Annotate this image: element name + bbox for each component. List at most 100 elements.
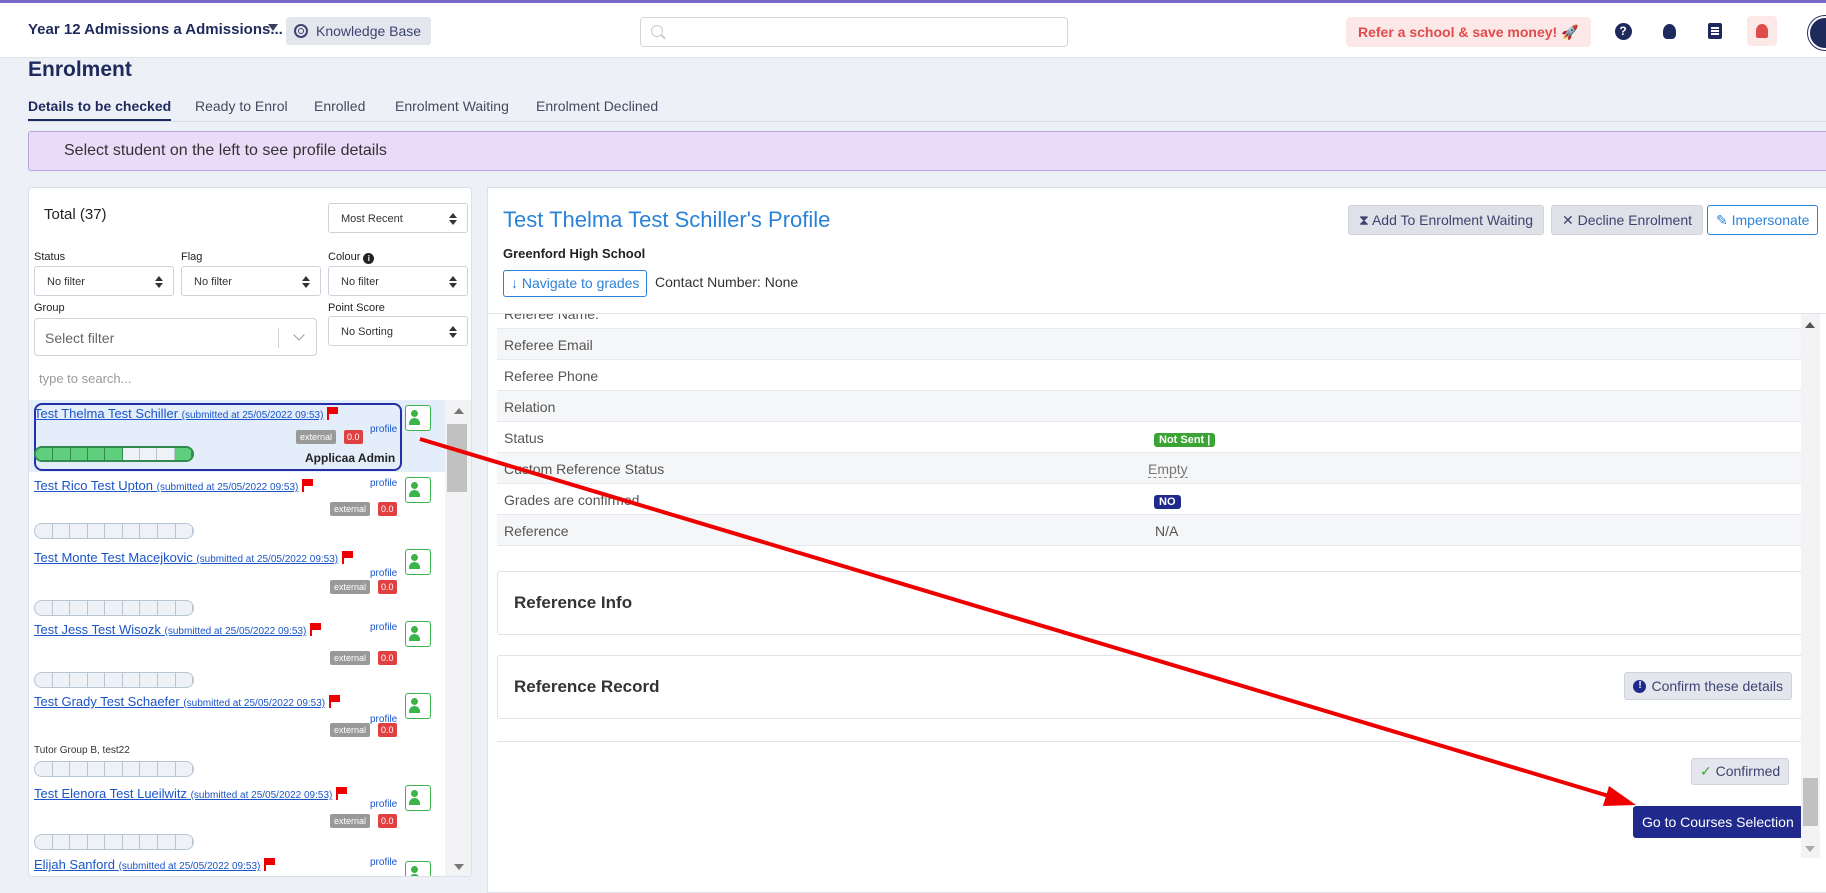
student-name-link[interactable]: Test Jess Test Wisozk (submitted at 25/0…: [34, 622, 321, 637]
point-score-select[interactable]: No Sorting: [328, 316, 468, 346]
confirm-details-button[interactable]: ! Confirm these details: [1624, 672, 1792, 700]
confirmed-button[interactable]: ✓ Confirmed: [1691, 758, 1790, 785]
student-name-link[interactable]: Test Thelma Test Schiller (submitted at …: [34, 406, 338, 421]
avatar[interactable]: [1808, 16, 1826, 50]
contact-number: Contact Number: None: [655, 274, 799, 290]
tab-enrolment-declined[interactable]: Enrolment Declined: [536, 98, 658, 119]
add-to-enrolment-waiting-button[interactable]: ⧗ Add To Enrolment Waiting: [1348, 205, 1545, 235]
flag-icon: [342, 551, 353, 564]
reference-info-section[interactable]: Reference Info: [497, 571, 1809, 635]
tab-enrolled[interactable]: Enrolled: [314, 98, 365, 119]
flag-icon: [336, 787, 347, 800]
navigate-to-grades-button[interactable]: ↓ Navigate to grades: [503, 270, 648, 297]
go-to-courses-selection-button[interactable]: Go to Courses Selection: [1633, 806, 1803, 838]
reference-record-section[interactable]: Reference Record ! Confirm these details: [497, 655, 1809, 719]
bell-icon: [1756, 24, 1768, 38]
flag-icon: [310, 623, 321, 636]
tutor-group-label: Tutor Group B, test22: [34, 745, 130, 756]
decline-enrolment-button[interactable]: ✕ Decline Enrolment: [1551, 205, 1704, 235]
exclamation-icon: !: [1633, 679, 1647, 693]
flag-icon: [264, 858, 275, 871]
impersonate-button[interactable]: ✎ Impersonate: [1707, 205, 1819, 235]
arrow-down-icon: ↓: [511, 275, 518, 291]
profile-link[interactable]: profile: [370, 799, 397, 810]
status-filter-select[interactable]: No filter: [34, 266, 174, 296]
assign-user-icon[interactable]: [405, 861, 431, 876]
table-row: Referee Email: [497, 329, 1809, 360]
notes-icon: [1708, 23, 1722, 39]
flag-icon: [302, 479, 313, 492]
reference-record-title: Reference Record: [514, 677, 660, 696]
tab-details-to-be-checked[interactable]: Details to be checked: [28, 98, 172, 121]
profile-scrollbar[interactable]: [1801, 314, 1820, 858]
assign-user-icon[interactable]: [405, 549, 431, 575]
chevron-down-icon: [293, 329, 305, 341]
assign-user-icon[interactable]: [405, 785, 431, 811]
assign-user-icon[interactable]: [405, 621, 431, 647]
profile-link[interactable]: profile: [370, 478, 397, 489]
list-item[interactable]: Test Jess Test Wisozk (submitted at 25/0…: [29, 616, 445, 688]
notifications-button[interactable]: [1747, 16, 1777, 46]
close-icon: ✕: [1562, 212, 1574, 228]
list-item[interactable]: Test Elenora Test Lueilwitz (submitted a…: [29, 780, 445, 852]
assign-user-icon[interactable]: [405, 405, 431, 431]
app-selector[interactable]: Year 12 Admissions a Admissions...: [28, 21, 283, 38]
score-badge: 0.0: [378, 651, 397, 665]
flag-filter-select[interactable]: No filter: [181, 266, 321, 296]
profile-link[interactable]: profile: [370, 568, 397, 579]
external-badge: external: [330, 580, 371, 594]
status-filter-label: Status: [34, 251, 66, 263]
student-name-link[interactable]: Test Grady Test Schaefer (submitted at 2…: [34, 694, 340, 709]
scroll-up-icon[interactable]: [454, 408, 464, 414]
scroll-down-icon[interactable]: [1805, 846, 1815, 852]
profile-link[interactable]: profile: [370, 424, 397, 435]
custom-status-editable[interactable]: Empty: [1148, 461, 1188, 478]
tab-enrolment-waiting[interactable]: Enrolment Waiting: [395, 98, 509, 119]
profile-title: Test Thelma Test Schiller's Profile: [503, 207, 831, 232]
assignee-label: Applicaa Admin: [305, 451, 396, 465]
student-name-link[interactable]: Elijah Sanford (submitted at 25/05/2022 …: [34, 857, 275, 872]
list-item[interactable]: Elijah Sanford (submitted at 25/05/2022 …: [29, 852, 445, 876]
progress-bar: [34, 672, 194, 688]
profile-link[interactable]: profile: [370, 857, 397, 868]
scroll-down-icon[interactable]: [454, 864, 464, 870]
info-icon[interactable]: i: [363, 253, 375, 264]
external-badge: external: [296, 430, 337, 444]
progress-bar: [34, 600, 194, 616]
student-name-link[interactable]: Test Monte Test Macejkovic (submitted at…: [34, 550, 353, 565]
student-list-scrollbar[interactable]: [445, 400, 471, 876]
profile-link[interactable]: profile: [370, 622, 397, 633]
list-item[interactable]: Test Rico Test Upton (submitted at 25/05…: [29, 472, 445, 544]
ideas-button[interactable]: [1658, 20, 1680, 42]
list-item[interactable]: Test Thelma Test Schiller (submitted at …: [29, 400, 445, 472]
list-item[interactable]: Test Monte Test Macejkovic (submitted at…: [29, 544, 445, 616]
flag-icon: [327, 407, 338, 420]
assign-user-icon[interactable]: [405, 693, 431, 719]
scroll-up-icon[interactable]: [1805, 322, 1815, 328]
top-bar: Year 12 Admissions a Admissions... Knowl…: [0, 0, 1826, 58]
list-item[interactable]: Test Grady Test Schaefer (submitted at 2…: [29, 688, 445, 780]
refer-school-button[interactable]: Refer a school & save money! 🚀: [1346, 17, 1591, 47]
flag-icon: [329, 695, 340, 708]
sort-select[interactable]: Most Recent: [328, 203, 468, 233]
help-button[interactable]: ?: [1612, 20, 1634, 42]
point-score-label: Point Score: [328, 302, 385, 314]
pencil-icon: ✎: [1716, 212, 1728, 228]
profile-panel: Test Thelma Test Schiller's Profile ⧗ Ad…: [487, 187, 1826, 893]
student-search-input[interactable]: type to search...: [39, 371, 132, 386]
knowledge-base-button[interactable]: Knowledge Base: [286, 17, 432, 45]
progress-bar: [34, 523, 194, 539]
student-name-link[interactable]: Test Elenora Test Lueilwitz (submitted a…: [34, 786, 347, 801]
search-input[interactable]: [640, 17, 1068, 47]
lightbulb-icon: [1662, 23, 1676, 39]
assign-user-icon[interactable]: [405, 477, 431, 503]
tab-ready-to-enrol[interactable]: Ready to Enrol: [195, 98, 288, 119]
score-badge: 0.0: [378, 723, 397, 737]
checkmark-icon: ✓: [1700, 763, 1712, 779]
colour-filter-select[interactable]: No filter: [328, 266, 468, 296]
group-filter-select[interactable]: Select filter: [34, 318, 317, 356]
notes-button[interactable]: [1704, 20, 1726, 42]
chevron-down-icon[interactable]: [268, 24, 278, 31]
student-name-link[interactable]: Test Rico Test Upton (submitted at 25/05…: [34, 478, 313, 493]
reference-info-title: Reference Info: [514, 593, 633, 612]
